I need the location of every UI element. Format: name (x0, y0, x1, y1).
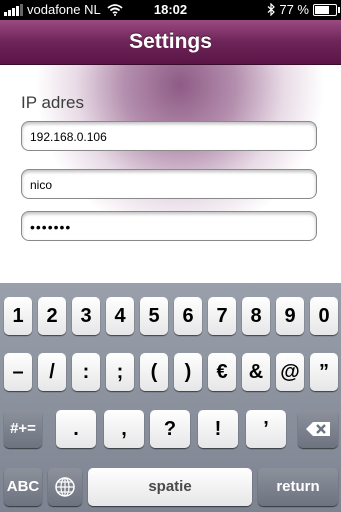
globe-key[interactable] (48, 468, 82, 506)
bluetooth-icon (267, 3, 276, 16)
key-comma[interactable]: , (104, 410, 144, 448)
key-dash[interactable]: – (4, 353, 32, 391)
key-9[interactable]: 9 (276, 297, 304, 335)
key-3[interactable]: 3 (72, 297, 100, 335)
symbols-mode-key[interactable]: #+= (4, 410, 42, 448)
key-euro[interactable]: € (208, 353, 236, 391)
key-ampersand[interactable]: & (242, 353, 270, 391)
navigation-bar: Settings (0, 20, 341, 65)
key-7[interactable]: 7 (208, 297, 236, 335)
key-exclamation[interactable]: ! (198, 410, 238, 448)
backspace-key[interactable] (298, 410, 338, 448)
globe-icon (55, 477, 75, 497)
key-slash[interactable]: / (38, 353, 66, 391)
key-6[interactable]: 6 (174, 297, 202, 335)
battery-icon (313, 3, 340, 16)
key-period[interactable]: . (56, 410, 96, 448)
key-5[interactable]: 5 (140, 297, 168, 335)
space-key[interactable]: spatie (88, 468, 252, 506)
key-at[interactable]: @ (276, 353, 304, 391)
ip-address-field[interactable]: 192.168.0.106 (21, 121, 317, 151)
key-4[interactable]: 4 (106, 297, 134, 335)
abc-key[interactable]: ABC (4, 468, 42, 506)
page-title: Settings (129, 30, 212, 53)
key-8[interactable]: 8 (242, 297, 270, 335)
settings-form: IP adres 192.168.0.106 nico ••••••• (0, 65, 341, 285)
status-bar: vodafone NL 18:02 77 % (0, 0, 341, 20)
key-apostrophe[interactable]: ’ (246, 410, 286, 448)
battery-percent: 77 % (279, 2, 309, 17)
key-semicolon[interactable]: ; (106, 353, 134, 391)
key-2[interactable]: 2 (38, 297, 66, 335)
ip-address-label: IP adres (21, 93, 85, 112)
username-field[interactable]: nico (21, 169, 317, 199)
key-paren-close[interactable]: ) (174, 353, 202, 391)
key-paren-open[interactable]: ( (140, 353, 168, 391)
key-quote[interactable]: ” (310, 353, 338, 391)
return-key[interactable]: return (258, 468, 338, 506)
backspace-icon (306, 422, 330, 437)
keyboard: 1 2 3 4 5 6 7 8 9 0 – / : ; ( ) € & @ ” … (0, 283, 341, 512)
key-question[interactable]: ? (150, 410, 190, 448)
key-0[interactable]: 0 (310, 297, 338, 335)
key-1[interactable]: 1 (4, 297, 32, 335)
password-field[interactable]: ••••••• (21, 211, 317, 241)
key-colon[interactable]: : (72, 353, 100, 391)
